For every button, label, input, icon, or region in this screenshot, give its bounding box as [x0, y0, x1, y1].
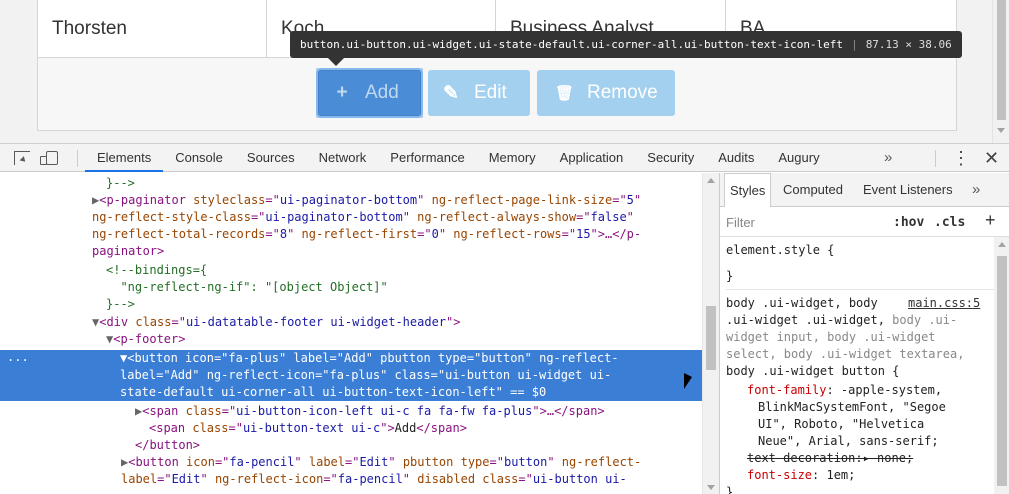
dom-line[interactable]: state-default ui-corner-all ui-button-te… — [120, 384, 719, 401]
rule-selector[interactable]: body .ui-widget, body — [726, 295, 885, 312]
scroll-down-arrow-icon[interactable] — [997, 128, 1005, 133]
pencil-icon: ✎ — [443, 82, 459, 104]
more-tabs-chevron-icon[interactable]: » — [972, 173, 980, 207]
rule-close-brace: } — [726, 269, 734, 283]
tab-performance[interactable]: Performance — [378, 144, 476, 172]
tooltip-size: 87.13 × 38.06 — [865, 38, 952, 51]
tab-event-listeners[interactable]: Event Listeners — [863, 173, 953, 207]
scroll-down-arrow-icon[interactable] — [707, 485, 715, 490]
css-property-font-family[interactable]: font-family: -apple-system, — [747, 382, 942, 399]
dom-node-paginator[interactable]: ▶<p-paginator styleclass="ui-paginator-b… — [92, 192, 719, 209]
element-style-rule[interactable]: element.style { — [726, 242, 834, 259]
devtools-tabs: Elements Console Sources Network Perform… — [85, 144, 832, 172]
hover-state-toggle[interactable]: :hov — [893, 215, 924, 230]
dom-node-button-edit[interactable]: ▶<button icon="fa-pencil" label="Edit" p… — [121, 454, 719, 471]
css-value-line: UI", Roboto, "Helvetica — [758, 417, 925, 431]
tab-sources[interactable]: Sources — [235, 144, 307, 172]
trash-icon: 🗑 — [555, 85, 575, 102]
tab-augury[interactable]: Augury — [766, 144, 831, 172]
dom-line[interactable]: label="Add" ng-reflect-icon="fa-plus" cl… — [120, 367, 719, 384]
page-scrollbar[interactable] — [992, 0, 1009, 143]
dom-line[interactable]: paginator> — [92, 243, 719, 260]
tooltip-selector: button.ui-button.ui-widget.ui-state-defa… — [300, 38, 844, 51]
rule-divider — [726, 289, 1002, 290]
more-tabs-chevron-icon[interactable]: » — [884, 144, 892, 171]
web-page-viewport: Thorsten Koch Business Analyst BA + Add … — [0, 0, 1009, 143]
dom-node-p-footer[interactable]: ▼<p-footer> — [106, 331, 719, 348]
dom-comment[interactable]: "ng-reflect-ng-if": "[object Object]" — [106, 279, 719, 296]
remove-button-label: Remove — [587, 82, 658, 103]
devtools-panel: Elements Console Sources Network Perform… — [0, 143, 1009, 494]
tab-application[interactable]: Application — [548, 144, 636, 172]
dom-node-div-footer[interactable]: ▼<div class="ui-datatable-footer ui-widg… — [92, 314, 719, 331]
tab-elements[interactable]: Elements — [85, 144, 164, 172]
tooltip-arrow — [328, 58, 344, 66]
dom-line[interactable]: label="Edit" ng-reflect-icon="fa-pencil"… — [121, 471, 719, 488]
edit-button-label: Edit — [474, 82, 507, 103]
new-rule-plus-icon[interactable]: + — [985, 210, 996, 231]
source-link[interactable]: main.css:5 — [908, 295, 980, 312]
tab-memory[interactable]: Memory — [477, 144, 548, 172]
elements-scrollbar-thumb[interactable] — [706, 306, 716, 370]
scroll-up-arrow-icon[interactable] — [998, 242, 1006, 247]
tab-audits[interactable]: Audits — [706, 144, 766, 172]
css-value-line: BlinkMacSystemFont, "Segoe — [758, 400, 946, 414]
tab-network[interactable]: Network — [307, 144, 379, 172]
dom-node-span-text[interactable]: <span class="ui-button-text ui-c">Add</s… — [149, 420, 719, 437]
styles-scrollbar-thumb[interactable] — [997, 256, 1007, 486]
dom-comment[interactable]: <!--bindings={ — [106, 262, 719, 279]
rule-selector[interactable]: .ui-widget .ui-widget, body .ui- — [726, 312, 957, 329]
styles-filter-bar: Filter :hov .cls + — [720, 207, 1009, 237]
close-icon[interactable]: ✕ — [984, 146, 999, 170]
styles-filter-input[interactable]: Filter — [726, 215, 755, 230]
edit-button[interactable]: ✎ Edit — [428, 70, 530, 116]
toolbar-divider — [77, 150, 78, 167]
rule-selector[interactable]: body .ui-widget button { — [726, 363, 899, 380]
tooltip-separator: | — [851, 38, 858, 51]
inspect-element-icon[interactable] — [14, 151, 30, 165]
dom-line[interactable]: ng-reflect-total-records="8" ng-reflect-… — [92, 226, 719, 243]
styles-sidebar: Styles Computed Event Listeners » Filter… — [719, 173, 1009, 494]
node-actions-icon[interactable]: ... — [7, 349, 29, 366]
dom-node-span-icon[interactable]: ▶<span class="ui-button-icon-left ui-c f… — [135, 403, 719, 420]
dom-node-button-add[interactable]: ▼<button icon="fa-plus" label="Add" pbut… — [120, 350, 719, 367]
kebab-menu-icon[interactable]: ⋮ — [952, 148, 970, 168]
css-value-line: Neue", Arial, sans-serif; — [758, 434, 939, 448]
rule-selector[interactable]: select, body .ui-widget textarea, — [726, 346, 964, 363]
elements-scrollbar[interactable] — [702, 173, 719, 494]
mouse-cursor-icon — [684, 373, 692, 389]
device-toolbar-icon[interactable] — [40, 151, 58, 165]
remove-button[interactable]: 🗑 Remove — [537, 70, 675, 116]
dom-line[interactable]: }--> — [106, 175, 719, 192]
inspect-tooltip: button.ui-button.ui-widget.ui-state-defa… — [290, 31, 962, 58]
tab-console[interactable]: Console — [163, 144, 235, 172]
css-property-font-size[interactable]: font-size: 1em; — [747, 467, 855, 484]
add-button-label: Add — [365, 82, 399, 103]
css-property-text-decoration[interactable]: text-decoration:▸ none; — [747, 450, 913, 467]
tab-computed[interactable]: Computed — [783, 173, 843, 207]
page-scrollbar-thumb[interactable] — [997, 0, 1006, 120]
styles-tabs: Styles Computed Event Listeners » — [720, 173, 1009, 207]
dom-line[interactable]: ng-reflect-style-class="ui-paginator-bot… — [92, 209, 719, 226]
toolbar-divider — [935, 150, 936, 167]
class-toggle[interactable]: .cls — [934, 215, 965, 230]
styles-scrollbar[interactable] — [994, 237, 1009, 494]
selected-dom-node[interactable]: ▼<button icon="fa-plus" label="Add" pbut… — [0, 350, 702, 401]
rule-selector[interactable]: widget input, body .ui-widget — [726, 329, 936, 346]
table-cell-firstname: Thorsten — [38, 0, 267, 58]
elements-tree: }--> ▶<p-paginator styleclass="ui-pagina… — [0, 173, 719, 494]
tab-styles[interactable]: Styles — [724, 173, 772, 207]
dom-line[interactable]: </button> — [135, 437, 719, 454]
rule-close-brace: } — [726, 485, 734, 494]
scroll-up-arrow-icon[interactable] — [707, 178, 715, 183]
devtools-toolbar: Elements Console Sources Network Perform… — [0, 144, 1009, 172]
tab-security[interactable]: Security — [635, 144, 706, 172]
add-button[interactable]: + Add — [316, 68, 423, 118]
dom-comment[interactable]: }--> — [106, 296, 719, 313]
plus-icon: + — [336, 82, 348, 103]
